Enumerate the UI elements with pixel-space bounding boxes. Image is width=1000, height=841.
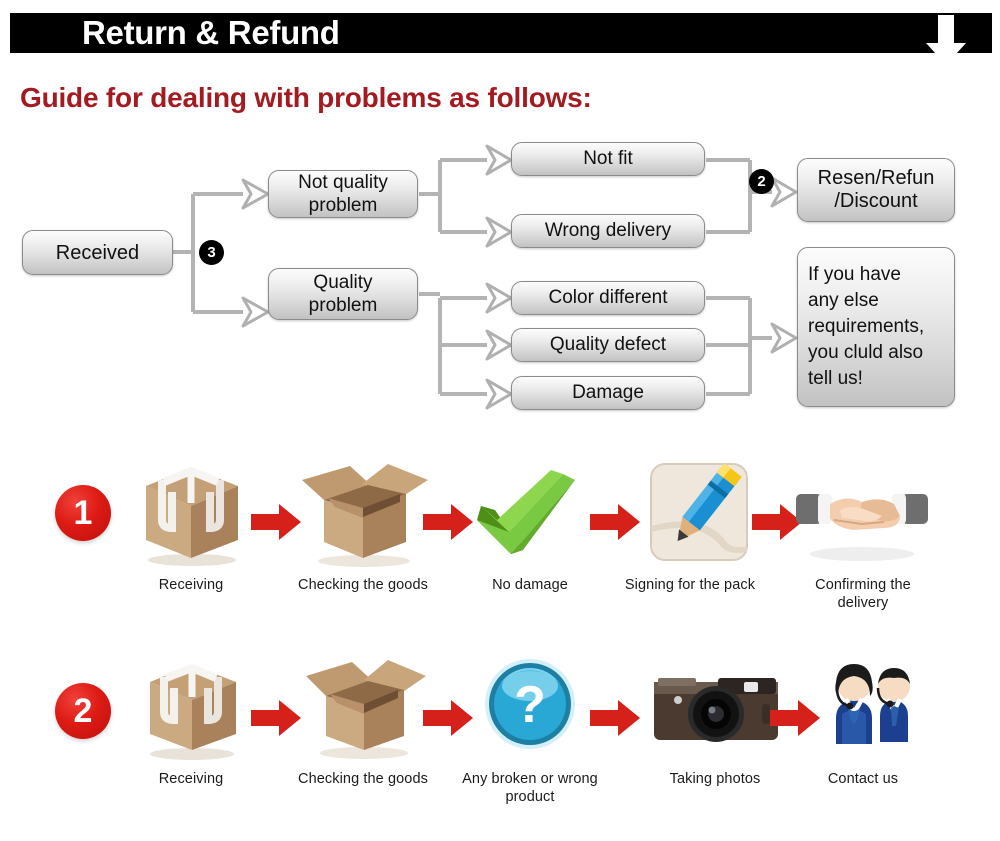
step-caption: Taking photos xyxy=(669,771,761,787)
closed-box-icon xyxy=(116,458,266,568)
step-number-1: 1 xyxy=(55,485,111,541)
flow-box-label-line1: If you have xyxy=(808,264,901,285)
flow-box-label: Received xyxy=(55,241,140,264)
flow-box-label: Color different xyxy=(548,287,668,308)
step-caption: Checking the goods xyxy=(298,577,428,593)
step-cell-confirming: Confirming the delivery xyxy=(788,458,938,612)
flow-box-label-line2: /Discount xyxy=(834,190,918,212)
flow-box-label-line5: tell us! xyxy=(808,368,863,389)
flow-box-other-requirements[interactable]: If you have any else requirements, you c… xyxy=(797,247,955,407)
flow-box-label: Not fit xyxy=(583,148,633,169)
step-caption: No damage xyxy=(492,577,568,593)
returns-flowchart: Received 3 Not quality problem Quality p… xyxy=(0,130,1000,430)
step-cell-any-broken: ? Any broken or wrong product xyxy=(455,652,605,806)
step-caption: Checking the goods xyxy=(298,771,428,787)
process-row-2: 2 Receiving Checking the goods ? Any bro… xyxy=(0,640,1000,840)
process-row-1: 1 Receiving Checking the goods No damage… xyxy=(0,440,1000,640)
svg-text:?: ? xyxy=(514,676,546,734)
step-caption: Contact us xyxy=(827,771,899,787)
open-box-icon xyxy=(288,458,438,568)
flow-box-label-line4: you cluld also xyxy=(808,342,924,363)
flow-box-damage[interactable]: Damage xyxy=(511,376,705,410)
flow-box-label: Quality defect xyxy=(549,334,667,355)
pencil-signing-icon xyxy=(615,458,765,568)
return-refund-page: Return & Refund Guide for dealing with p… xyxy=(0,0,1000,841)
flow-box-quality-problem[interactable]: Quality problem xyxy=(268,268,418,320)
flow-box-received[interactable]: Received xyxy=(22,230,173,275)
flow-box-label: Damage xyxy=(572,382,644,403)
step-cell-receiving: Receiving xyxy=(116,652,266,788)
question-mark-icon: ? xyxy=(455,652,605,762)
green-check-icon xyxy=(455,458,605,568)
step-cell-signing: Signing for the pack xyxy=(615,458,765,594)
step-caption: Signing for the pack xyxy=(624,577,756,593)
step-caption: Receiving xyxy=(158,577,224,593)
header-bar: Return & Refund xyxy=(10,13,992,65)
arrow-right-icon xyxy=(590,698,642,738)
step-cell-checking-goods: Checking the goods xyxy=(288,458,438,594)
flow-box-label-line3: requirements, xyxy=(808,316,925,337)
flow-box-label-line1: Quality xyxy=(313,272,373,293)
flow-box-not-quality-problem[interactable]: Not quality problem xyxy=(268,170,418,218)
step-number-2: 2 xyxy=(55,683,111,739)
flow-box-label-line2: problem xyxy=(308,295,378,316)
handshake-icon xyxy=(788,458,938,568)
flow-box-color-different[interactable]: Color different xyxy=(511,281,705,315)
flow-box-label-line2: any else xyxy=(808,290,879,311)
flow-box-wrong-delivery[interactable]: Wrong delivery xyxy=(511,214,705,248)
step-caption: Receiving xyxy=(158,771,224,787)
step-cell-receiving: Receiving xyxy=(116,458,266,594)
arrow-down-icon xyxy=(924,15,968,67)
flow-box-label-line1: Not quality xyxy=(298,172,388,193)
guide-subtitle: Guide for dealing with problems as follo… xyxy=(20,82,592,113)
step-cell-no-damage: No damage xyxy=(455,458,605,594)
page-title: Return & Refund xyxy=(82,14,340,51)
badge-3: 3 xyxy=(200,241,223,264)
closed-box-icon xyxy=(116,652,266,762)
process-steps: 1 Receiving Checking the goods No damage… xyxy=(0,440,1000,841)
camera-icon xyxy=(640,652,790,762)
badge-2: 2 xyxy=(750,170,773,193)
flow-box-label-line1: Resen/Refun xyxy=(817,167,935,189)
step-caption: Confirming the delivery xyxy=(815,577,911,611)
step-cell-checking-goods: Checking the goods xyxy=(288,652,438,788)
step-caption: Any broken or wrong product xyxy=(462,771,598,805)
flow-box-quality-defect[interactable]: Quality defect xyxy=(511,328,705,362)
flow-box-label-line2: problem xyxy=(308,195,378,216)
support-agents-icon xyxy=(788,652,938,762)
step-cell-taking-photos: Taking photos xyxy=(640,652,790,788)
flow-box-not-fit[interactable]: Not fit xyxy=(511,142,705,176)
open-box-icon xyxy=(288,652,438,762)
flow-box-resend-refund-discount[interactable]: Resen/Refun /Discount xyxy=(797,158,955,222)
step-cell-contact-us: Contact us xyxy=(788,652,938,788)
flow-box-label: Wrong delivery xyxy=(544,220,672,241)
